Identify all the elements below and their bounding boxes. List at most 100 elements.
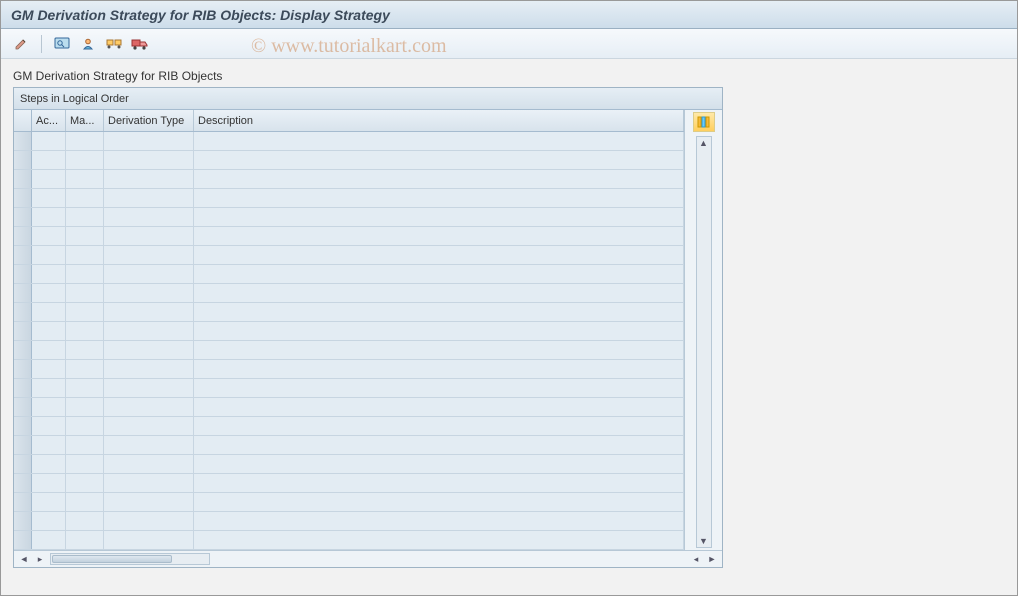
cell-derivation[interactable] [104, 455, 194, 473]
cell-active[interactable] [32, 322, 66, 340]
table-row[interactable] [14, 474, 684, 493]
table-row[interactable] [14, 170, 684, 189]
cell-maint[interactable] [66, 360, 104, 378]
cell-derivation[interactable] [104, 436, 194, 454]
row-selector[interactable] [14, 284, 32, 302]
table-row[interactable] [14, 265, 684, 284]
cell-description[interactable] [194, 227, 684, 245]
table-row[interactable] [14, 189, 684, 208]
cell-maint[interactable] [66, 284, 104, 302]
table-row[interactable] [14, 303, 684, 322]
table-row[interactable] [14, 360, 684, 379]
cell-derivation[interactable] [104, 322, 194, 340]
row-selector[interactable] [14, 303, 32, 321]
scroll-left-icon[interactable]: ▸ [34, 554, 46, 565]
row-selector[interactable] [14, 398, 32, 416]
truck-button[interactable] [130, 34, 150, 54]
cell-maint[interactable] [66, 189, 104, 207]
cell-description[interactable] [194, 493, 684, 511]
cell-description[interactable] [194, 132, 684, 150]
cell-derivation[interactable] [104, 531, 194, 549]
cell-maint[interactable] [66, 322, 104, 340]
cell-description[interactable] [194, 455, 684, 473]
cell-derivation[interactable] [104, 417, 194, 435]
cell-active[interactable] [32, 436, 66, 454]
cell-maint[interactable] [66, 246, 104, 264]
cell-maint[interactable] [66, 341, 104, 359]
table-row[interactable] [14, 493, 684, 512]
cell-maint[interactable] [66, 132, 104, 150]
scroll-left-start-icon[interactable]: ◄ [18, 554, 30, 564]
cell-description[interactable] [194, 379, 684, 397]
cell-maint[interactable] [66, 474, 104, 492]
row-selector-header[interactable] [14, 110, 32, 131]
cell-derivation[interactable] [104, 246, 194, 264]
cell-active[interactable] [32, 132, 66, 150]
cell-description[interactable] [194, 322, 684, 340]
edit-button[interactable] [11, 34, 31, 54]
cell-active[interactable] [32, 398, 66, 416]
cell-maint[interactable] [66, 455, 104, 473]
row-selector[interactable] [14, 132, 32, 150]
table-config-button[interactable] [693, 112, 715, 132]
table-row[interactable] [14, 246, 684, 265]
row-selector[interactable] [14, 189, 32, 207]
table-row[interactable] [14, 512, 684, 531]
cell-maint[interactable] [66, 208, 104, 226]
scroll-right-icon[interactable]: ◂ [690, 554, 702, 565]
cell-active[interactable] [32, 265, 66, 283]
col-header-active[interactable]: Ac... [32, 110, 66, 131]
cell-maint[interactable] [66, 493, 104, 511]
cell-maint[interactable] [66, 531, 104, 549]
cell-active[interactable] [32, 284, 66, 302]
cell-derivation[interactable] [104, 474, 194, 492]
table-row[interactable] [14, 151, 684, 170]
cell-active[interactable] [32, 208, 66, 226]
cell-derivation[interactable] [104, 379, 194, 397]
cell-active[interactable] [32, 303, 66, 321]
scroll-up-icon[interactable]: ▲ [699, 137, 708, 149]
cell-active[interactable] [32, 227, 66, 245]
cell-description[interactable] [194, 246, 684, 264]
row-selector[interactable] [14, 512, 32, 530]
transport-button[interactable] [104, 34, 124, 54]
cell-active[interactable] [32, 246, 66, 264]
cell-active[interactable] [32, 170, 66, 188]
cell-active[interactable] [32, 455, 66, 473]
cell-active[interactable] [32, 341, 66, 359]
cell-description[interactable] [194, 398, 684, 416]
scroll-right-end-icon[interactable]: ► [706, 554, 718, 564]
cell-derivation[interactable] [104, 398, 194, 416]
cell-active[interactable] [32, 189, 66, 207]
cell-description[interactable] [194, 512, 684, 530]
cell-description[interactable] [194, 417, 684, 435]
user-button[interactable] [78, 34, 98, 54]
cell-maint[interactable] [66, 436, 104, 454]
row-selector[interactable] [14, 341, 32, 359]
row-selector[interactable] [14, 227, 32, 245]
cell-description[interactable] [194, 474, 684, 492]
cell-description[interactable] [194, 265, 684, 283]
cell-description[interactable] [194, 151, 684, 169]
table-row[interactable] [14, 284, 684, 303]
cell-active[interactable] [32, 151, 66, 169]
cell-description[interactable] [194, 341, 684, 359]
table-row[interactable] [14, 455, 684, 474]
row-selector[interactable] [14, 455, 32, 473]
row-selector[interactable] [14, 436, 32, 454]
cell-derivation[interactable] [104, 208, 194, 226]
cell-maint[interactable] [66, 303, 104, 321]
table-row[interactable] [14, 208, 684, 227]
cell-active[interactable] [32, 531, 66, 549]
cell-active[interactable] [32, 379, 66, 397]
row-selector[interactable] [14, 474, 32, 492]
cell-maint[interactable] [66, 417, 104, 435]
cell-description[interactable] [194, 208, 684, 226]
row-selector[interactable] [14, 379, 32, 397]
cell-active[interactable] [32, 360, 66, 378]
col-header-maint[interactable]: Ma... [66, 110, 104, 131]
row-selector[interactable] [14, 531, 32, 549]
cell-description[interactable] [194, 360, 684, 378]
analyze-button[interactable] [52, 34, 72, 54]
cell-derivation[interactable] [104, 512, 194, 530]
